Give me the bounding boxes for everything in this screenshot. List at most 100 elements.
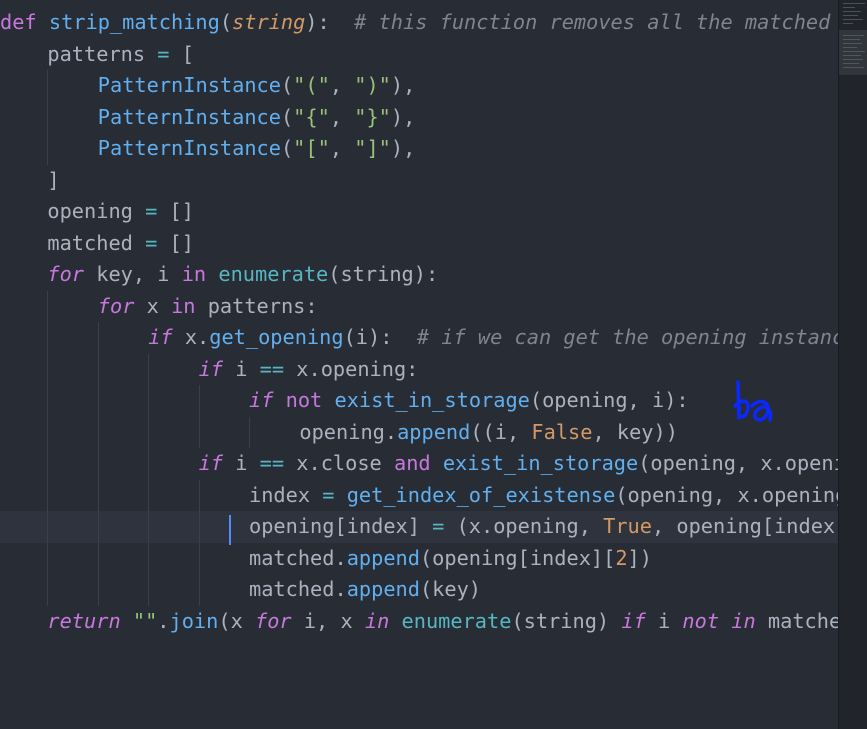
minimap-line <box>843 19 863 20</box>
code-token: ]) <box>627 545 652 570</box>
indent-guide <box>47 70 49 102</box>
code-token: "{" <box>293 104 330 129</box>
code-token: if <box>621 608 646 633</box>
code-line[interactable]: opening = [] <box>0 196 838 228</box>
code-token: for <box>255 608 292 633</box>
code-token: "}" <box>354 104 391 129</box>
indent-guide <box>198 416 200 448</box>
code-token: append <box>346 545 420 570</box>
minimap-line <box>843 7 855 8</box>
code-token: get_opening <box>209 325 344 349</box>
code-token: enumerate <box>401 608 512 633</box>
indent-guide <box>148 416 150 448</box>
indent-guide <box>97 574 99 606</box>
code-line[interactable]: if x.get_opening(i): # if we can get the… <box>0 322 838 354</box>
indent-guide <box>97 542 99 574</box>
indent-guide <box>47 511 49 543</box>
code-token: ( <box>280 136 294 160</box>
code-token: = <box>145 199 158 223</box>
code-token: , opening[index][2]) <box>651 514 838 538</box>
code-token: opening <box>47 199 146 223</box>
code-token: if <box>198 356 224 381</box>
code-token: "]" <box>354 136 391 160</box>
ink-scribble-annotation <box>733 380 773 422</box>
indent-guide <box>47 448 49 480</box>
indent-guide <box>97 479 99 511</box>
code-line[interactable]: PatternInstance("{", "}"), <box>0 102 838 134</box>
code-line[interactable]: if i == x.opening: <box>0 354 838 386</box>
minimap-line <box>843 39 860 40</box>
code-line[interactable]: matched.append(key) <box>0 574 838 606</box>
indent-guide <box>47 290 49 322</box>
indent-guide <box>97 416 99 448</box>
code-token: get_index_of_existense <box>346 482 616 507</box>
minimap[interactable] <box>838 0 867 729</box>
indent-guide <box>148 574 150 606</box>
code-token: True <box>603 514 652 538</box>
code-line[interactable]: PatternInstance("(", ")"), <box>0 70 838 102</box>
minimap-line <box>843 47 857 48</box>
indent-guide <box>148 511 150 543</box>
code-line[interactable]: for x in patterns: <box>0 291 838 323</box>
indent-guide <box>198 479 200 511</box>
code-line[interactable]: return "".join(x for i, x in enumerate(s… <box>0 606 838 638</box>
indent-guide <box>47 385 49 417</box>
code-line[interactable]: def strip_matching(string): # this funct… <box>0 7 838 39</box>
code-token: i <box>223 451 260 475</box>
code-token: strip_matching <box>48 10 220 34</box>
code-token: in <box>364 608 390 633</box>
code-token: (i): <box>343 325 417 349</box>
code-line[interactable]: PatternInstance("[", "]"), <box>0 133 838 165</box>
code-line[interactable]: patterns = [ <box>0 39 838 71</box>
minimap-line <box>843 67 864 68</box>
code-token: matched. <box>249 545 347 570</box>
code-token: matched) <box>767 608 838 633</box>
code-token: x <box>134 293 172 318</box>
indent-guide <box>198 385 200 417</box>
code-token: ] <box>47 167 60 192</box>
minimap-line <box>843 3 865 4</box>
code-token: join <box>169 608 219 633</box>
code-token: ( <box>280 104 294 129</box>
code-token: (opening, i): <box>529 388 689 412</box>
minimap-line <box>843 51 865 52</box>
code-line[interactable]: index = get_index_of_existense(opening, … <box>0 480 838 512</box>
minimap-viewport[interactable] <box>839 30 867 75</box>
minimap-line <box>843 11 861 12</box>
code-line[interactable]: matched = [] <box>0 228 838 260</box>
code-token: == <box>259 451 285 475</box>
code-token: opening. <box>299 419 398 444</box>
code-line[interactable]: for key, i in enumerate(string): <box>0 259 838 291</box>
code-token: ( <box>219 10 233 34</box>
text-caret <box>229 515 231 545</box>
code-token: # this function removes all the matched <box>354 10 831 34</box>
code-editor[interactable]: def strip_matching(string): # this funct… <box>0 0 838 729</box>
indent-guide <box>198 542 200 574</box>
indent-guide <box>47 416 49 448</box>
code-token: if <box>198 451 224 475</box>
code-token: if <box>148 325 173 349</box>
code-token: = <box>432 514 445 538</box>
code-line[interactable]: matched.append(opening[index][2]) <box>0 543 838 575</box>
code-line[interactable]: if i == x.close and exist_in_storage(ope… <box>0 448 838 480</box>
code-token: ), <box>390 104 416 129</box>
code-line[interactable]: if not exist_in_storage(opening, i): <box>0 385 838 417</box>
code-token: patterns <box>47 41 158 66</box>
code-token: def <box>0 10 37 34</box>
code-token: [] <box>157 230 194 255</box>
code-token: and <box>393 451 431 475</box>
code-line[interactable]: opening.append((i, False, key)) <box>0 417 838 449</box>
code-line[interactable]: opening[index] = (x.opening, True, openi… <box>0 511 838 543</box>
code-token: [ <box>169 41 194 66</box>
code-token: PatternInstance <box>97 104 281 129</box>
code-token: ), <box>390 73 416 97</box>
indent-guide <box>97 353 99 385</box>
code-token: , <box>329 73 355 97</box>
code-token: key, i <box>84 262 182 286</box>
code-line[interactable]: ] <box>0 165 838 197</box>
